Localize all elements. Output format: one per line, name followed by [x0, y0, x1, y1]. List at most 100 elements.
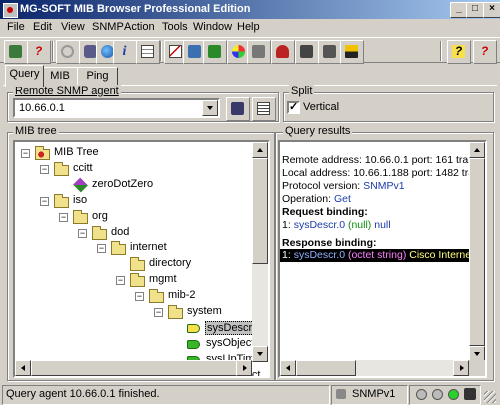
collapse-icon[interactable]: −	[40, 196, 49, 206]
scroll-thumb[interactable]	[469, 158, 485, 346]
menu-help[interactable]: Help	[237, 21, 260, 33]
tree-node[interactable]: − internet	[15, 240, 252, 256]
tree-node[interactable]: − MIB Tree	[15, 145, 252, 161]
window-title: MG-SOFT MIB Browser Professional Edition	[20, 3, 251, 15]
results-vertical-scrollbar[interactable]	[469, 142, 485, 362]
status-protocol: SNMPv1	[352, 388, 396, 400]
collapse-icon[interactable]: −	[154, 308, 163, 317]
tree-node[interactable]: − org	[15, 209, 252, 225]
help-button[interactable]: ?	[447, 40, 471, 64]
scroll-up-button[interactable]	[469, 142, 485, 158]
menu-edit[interactable]: Edit	[33, 21, 52, 33]
scalar-leaf-icon	[187, 323, 200, 333]
scroll-thumb[interactable]	[31, 360, 237, 376]
tab-query[interactable]: Query	[5, 65, 44, 87]
folder-icon	[168, 305, 183, 319]
object-identifier-icon	[73, 177, 88, 193]
request-type: (null)	[347, 219, 372, 231]
tree-node[interactable]: − system	[15, 304, 252, 320]
stop-button[interactable]	[56, 40, 80, 64]
menu-view[interactable]: View	[61, 21, 85, 33]
flag-button[interactable]	[340, 40, 364, 64]
tree-vertical-scrollbar[interactable]	[252, 142, 268, 362]
tree-node[interactable]: − iso	[15, 193, 252, 209]
vertical-checkbox[interactable]: ✓	[287, 101, 300, 114]
remote-address-label: Remote address:	[282, 154, 365, 166]
menu-snmp[interactable]: SNMP	[92, 21, 124, 33]
scroll-left-button[interactable]	[280, 360, 296, 376]
operation-line: Operation: Get	[282, 193, 351, 206]
scroll-thumb[interactable]	[252, 158, 268, 264]
chevron-down-icon[interactable]	[202, 100, 218, 116]
agent-properties-button[interactable]	[226, 97, 250, 121]
menu-bar: File Edit View SNMP Action Tools Window …	[0, 19, 500, 37]
agent-combobox[interactable]: 10.66.0.1	[13, 98, 220, 118]
trap-icon	[188, 45, 201, 58]
query-results-view[interactable]: Remote address: 10.66.0.1 port: 161 tran…	[278, 140, 487, 378]
tree-node[interactable]: − mib-2	[15, 288, 252, 304]
tree-node[interactable]: − ccitt	[15, 161, 252, 177]
scroll-right-button[interactable]	[236, 360, 252, 376]
collapse-icon[interactable]: −	[116, 276, 125, 286]
resize-grip[interactable]	[484, 391, 496, 403]
collapse-icon[interactable]: −	[78, 228, 87, 238]
close-button[interactable]: ×	[483, 2, 500, 18]
tab-mib[interactable]: MIB	[41, 67, 79, 86]
scroll-right-button[interactable]	[453, 360, 469, 376]
hp-button[interactable]	[247, 40, 271, 64]
tree-node[interactable]: − dod	[15, 225, 252, 241]
led-icon	[432, 389, 443, 400]
tree-node-label: iso	[73, 193, 88, 206]
collapse-icon[interactable]: −	[40, 164, 49, 174]
properties-icon	[231, 102, 244, 115]
editor-button[interactable]	[318, 40, 342, 64]
scalar-leaf-icon	[187, 339, 200, 349]
local-address-line: Local address: 10.66.1.188 port: 1482 tr…	[282, 167, 485, 180]
app-icon[interactable]	[3, 3, 18, 18]
agent-list-button[interactable]	[252, 97, 276, 121]
tree-node[interactable]: − mgmt	[15, 272, 252, 288]
tree-node[interactable]: directory	[15, 256, 252, 272]
menu-file[interactable]: File	[7, 21, 25, 33]
scroll-left-button[interactable]	[15, 360, 31, 376]
response-binding[interactable]: 1: sysDescr.0 (octet string) Cisco Inter…	[280, 249, 485, 262]
menu-action[interactable]: Action	[124, 21, 155, 33]
tree-node[interactable]: sysDescr	[15, 320, 255, 336]
table-button[interactable]	[136, 40, 160, 64]
tab-ping[interactable]: Ping	[77, 67, 118, 86]
alarm-button[interactable]	[271, 40, 295, 64]
info-button[interactable]: i	[113, 40, 137, 64]
scroll-thumb[interactable]	[296, 360, 356, 376]
help-icon: ?	[452, 45, 465, 58]
collapse-icon[interactable]: −	[59, 212, 68, 222]
context-help-button[interactable]: ?	[473, 40, 497, 64]
tree-node[interactable]: zeroDotZero	[15, 177, 252, 193]
tree-node[interactable]: sysObjectID	[15, 336, 265, 352]
title-bar[interactable]: MG-SOFT MIB Browser Professional Edition…	[0, 0, 500, 19]
tree-node-label: mib-2	[168, 289, 196, 302]
scroll-up-button[interactable]	[252, 142, 268, 158]
menu-tools[interactable]: Tools	[162, 21, 188, 33]
query-results-label: Query results	[283, 125, 353, 137]
response-index: 1:	[282, 249, 294, 261]
status-protocol-panel: SNMPv1	[331, 385, 408, 405]
results-horizontal-scrollbar[interactable]	[280, 360, 469, 376]
maximize-button[interactable]: □	[466, 2, 484, 18]
tree-node-label: mgmt	[149, 273, 177, 286]
menu-window[interactable]: Window	[193, 21, 232, 33]
collapse-icon[interactable]: −	[135, 292, 144, 302]
folder-icon	[111, 241, 126, 256]
messages-button[interactable]	[295, 40, 319, 64]
scroll-down-button[interactable]	[252, 346, 268, 362]
scroll-corner	[469, 360, 485, 376]
tree-horizontal-scrollbar[interactable]	[15, 360, 252, 376]
query-mib-button[interactable]: ?	[27, 40, 51, 64]
collapse-icon[interactable]: −	[21, 149, 30, 158]
load-mib-button[interactable]	[4, 40, 28, 64]
mib-tree-view[interactable]: − MIB Tree − ccitt zeroDotZero − iso − org − dod − i…	[13, 140, 270, 378]
collapse-icon[interactable]: −	[97, 244, 106, 254]
alarm-icon	[276, 45, 289, 58]
scan-button[interactable]	[203, 40, 227, 64]
request-oid: sysDescr.0	[293, 219, 346, 231]
load-mib-icon	[9, 45, 22, 58]
